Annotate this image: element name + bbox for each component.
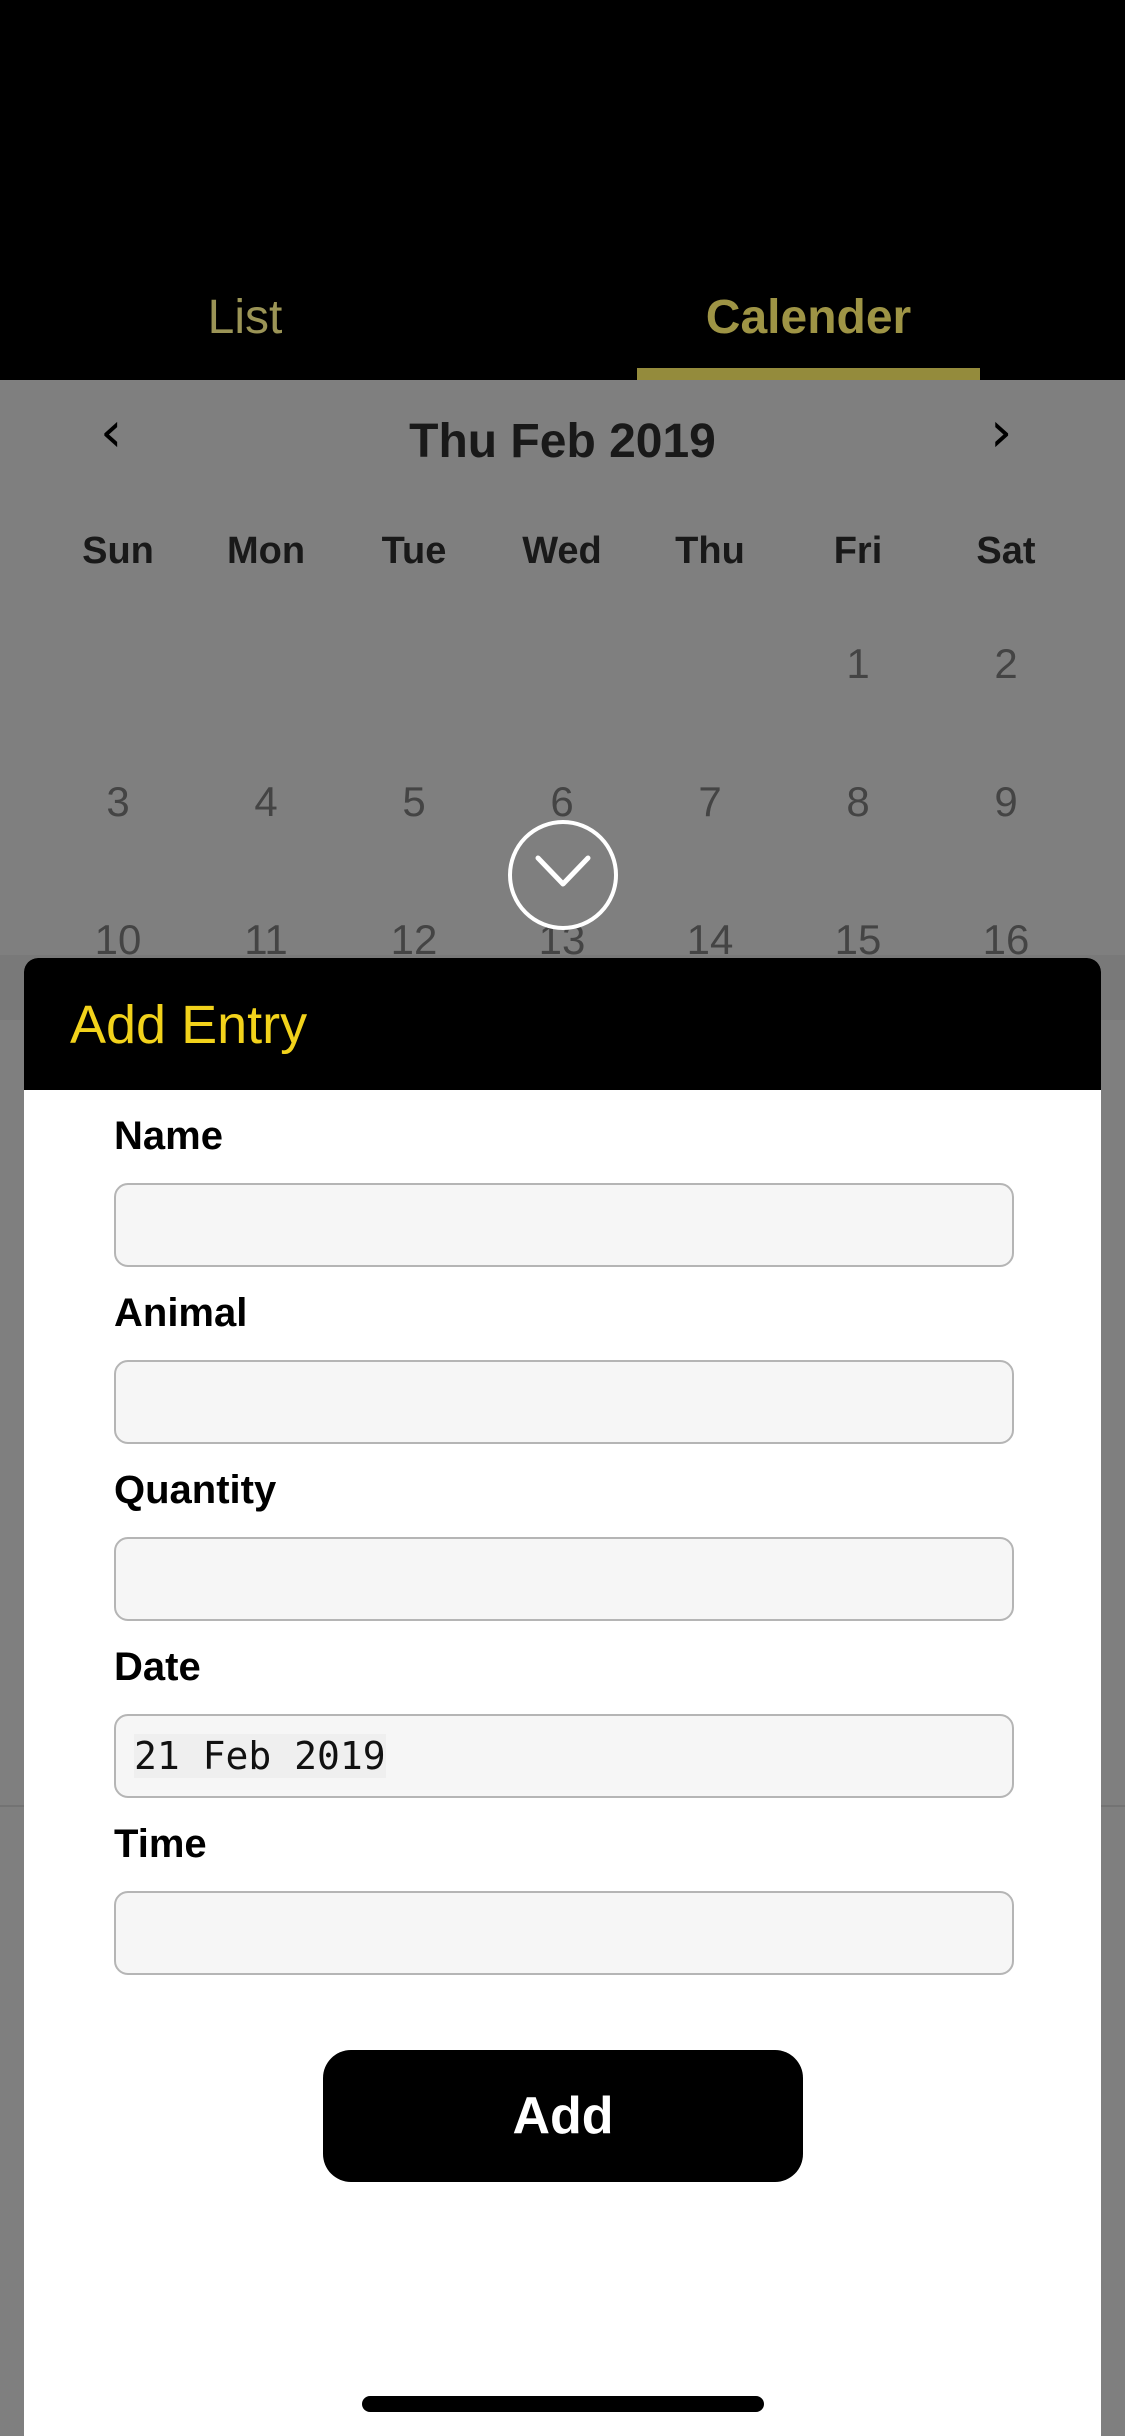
top-header: List Calender: [0, 0, 1125, 380]
tab-list[interactable]: List: [140, 290, 350, 345]
collapse-button[interactable]: [508, 820, 618, 930]
home-indicator[interactable]: [362, 2396, 764, 2412]
add-entry-sheet: Add Entry Name Animal Quantity Date 21 F…: [24, 958, 1101, 2436]
time-field[interactable]: [114, 1891, 1014, 1975]
sheet-header: Add Entry: [24, 958, 1101, 1090]
name-label: Name: [114, 1114, 223, 1158]
date-label: Date: [114, 1645, 201, 1689]
tab-indicator: [637, 368, 980, 380]
time-label: Time: [114, 1822, 207, 1866]
name-field[interactable]: [114, 1183, 1014, 1267]
sheet-title: Add Entry: [70, 995, 308, 1055]
animal-label: Animal: [114, 1291, 248, 1335]
date-value: 21 Feb 2019: [134, 1734, 386, 1778]
date-field[interactable]: 21 Feb 2019: [114, 1714, 1014, 1798]
quantity-field[interactable]: [114, 1537, 1014, 1621]
add-button[interactable]: Add: [323, 2050, 803, 2182]
tab-calendar[interactable]: Calender: [637, 290, 980, 345]
animal-field[interactable]: [114, 1360, 1014, 1444]
quantity-label: Quantity: [114, 1468, 277, 1512]
chevron-down-icon: [535, 855, 591, 887]
